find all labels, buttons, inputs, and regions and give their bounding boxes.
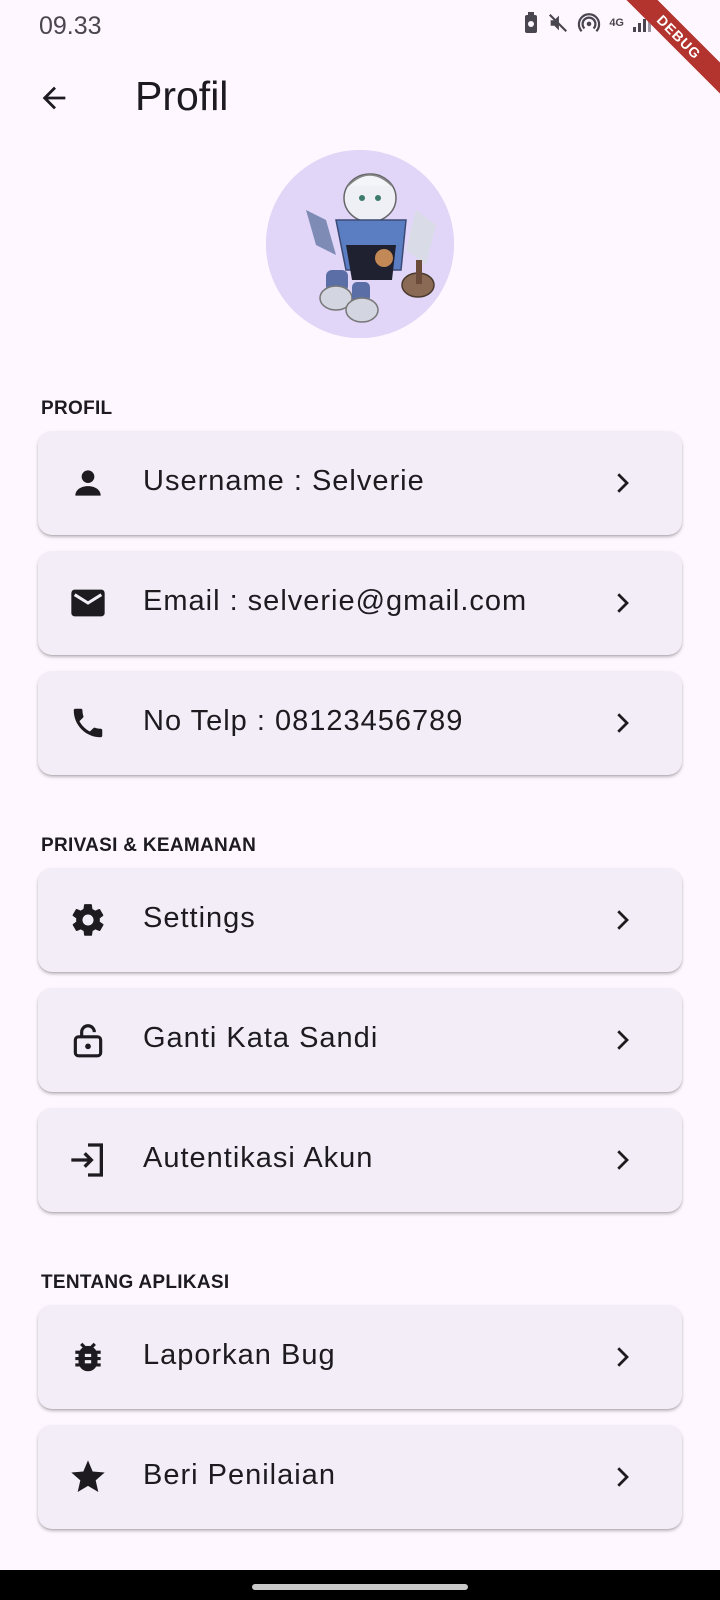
list-item-label: Laporkan Bug (143, 1339, 336, 1371)
chevron-right-icon (604, 1459, 640, 1495)
chevron-right-icon (604, 1339, 640, 1375)
mail-icon (68, 583, 108, 623)
list-item-report-bug[interactable]: Laporkan Bug (38, 1305, 682, 1409)
network-type: 4G (609, 17, 624, 29)
chevron-right-icon (604, 902, 640, 938)
battery-saver-icon (523, 12, 539, 34)
list-item-label: Ganti Kata Sandi (143, 1022, 379, 1054)
chevron-right-icon (604, 1022, 640, 1058)
person-icon (68, 463, 108, 503)
list-item-label: Email : selverie@gmail.com (143, 585, 528, 617)
list-item-label: Username : Selverie (143, 465, 425, 497)
back-button[interactable] (28, 72, 80, 124)
arrow-back-icon (42, 86, 66, 110)
avatar[interactable] (266, 150, 454, 338)
list-item-label: No Telp : 08123456789 (143, 705, 464, 737)
list-item-account-auth[interactable]: Autentikasi Akun (38, 1108, 682, 1212)
section-label-profil: PROFIL (41, 398, 113, 419)
star-icon (68, 1457, 108, 1497)
login-icon (68, 1140, 108, 1180)
section-label-about: TENTANG APLIKASI (41, 1272, 230, 1293)
chevron-right-icon (604, 465, 640, 501)
chevron-right-icon (604, 585, 640, 621)
lock-icon (68, 1020, 108, 1060)
list-item-label: Settings (143, 902, 256, 934)
list-item-phone[interactable]: No Telp : 08123456789 (38, 671, 682, 775)
list-item-change-password[interactable]: Ganti Kata Sandi (38, 988, 682, 1092)
list-item-label: Beri Penilaian (143, 1459, 336, 1491)
list-item-settings[interactable]: Settings (38, 868, 682, 972)
chevron-right-icon (604, 1142, 640, 1178)
gear-icon (68, 900, 108, 940)
status-bar: 09.33 4G DEBUG (0, 0, 720, 105)
page-title: Profil (135, 73, 229, 119)
list-item-email[interactable]: Email : selverie@gmail.com (38, 551, 682, 655)
chevron-right-icon (604, 705, 640, 741)
home-gesture-handle[interactable] (252, 1584, 468, 1590)
list-item-label: Autentikasi Akun (143, 1142, 374, 1174)
app-bar: Profil (0, 56, 720, 140)
avatar-illustration (266, 150, 454, 338)
system-nav-bar (0, 1570, 720, 1600)
list-item-rate-app[interactable]: Beri Penilaian (38, 1425, 682, 1529)
hotspot-icon (577, 12, 601, 34)
list-item-username[interactable]: Username : Selverie (38, 431, 682, 535)
bug-icon (68, 1337, 108, 1377)
section-label-privacy: PRIVASI & KEAMANAN (41, 835, 257, 856)
phone-icon (68, 703, 108, 743)
status-time: 09.33 (39, 12, 102, 40)
mute-icon (547, 12, 569, 34)
